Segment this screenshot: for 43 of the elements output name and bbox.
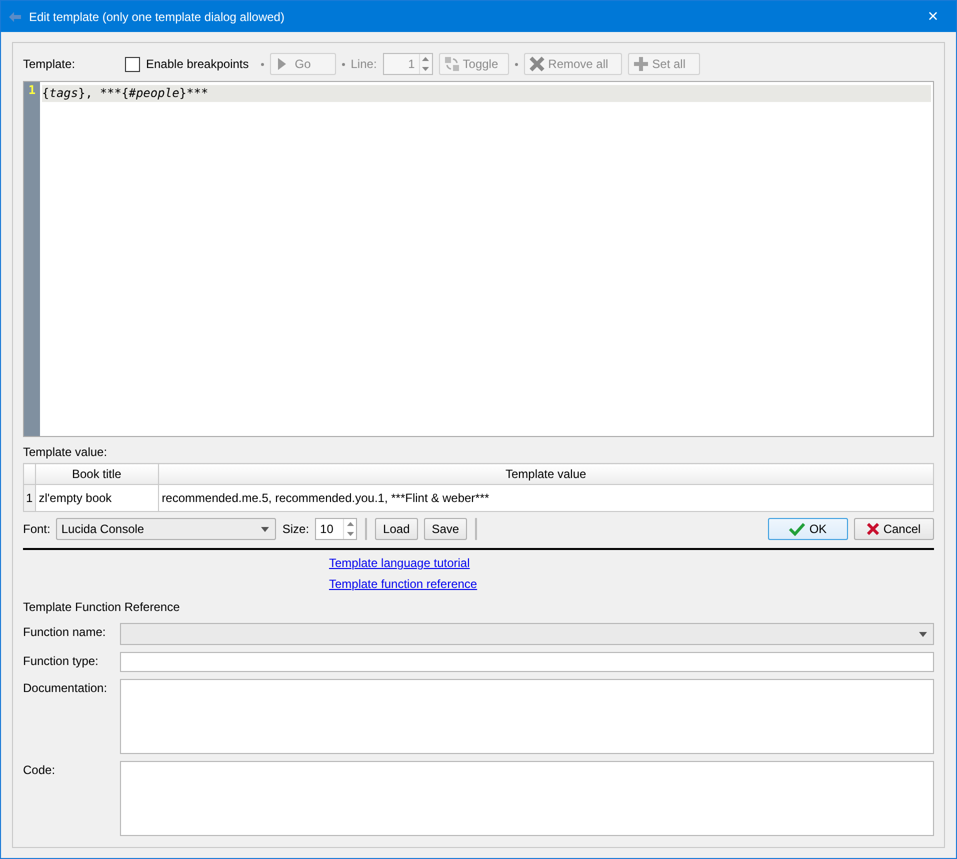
help-link[interactable]: Template function reference [329,577,478,591]
caret-icon [261,526,270,532]
template-value-label: Template value: [23,445,108,459]
field-label: Function type: [23,653,100,670]
font-dropdown[interactable]: Lucida Console [56,518,276,540]
save-button[interactable]: Save [424,518,468,540]
breakpoints-checkbox[interactable]: Enable breakpoints [125,56,249,72]
size-spinbox[interactable]: 10 [315,518,358,540]
text-area[interactable] [120,761,934,836]
caret-icon [919,632,927,636]
cancel-button[interactable]: Cancel [854,518,934,540]
table-cell: recommended.me.5, recommended.you.1, ***Flint & weber*** [158,484,934,512]
spin-arrows-icon[interactable] [343,519,356,539]
field-label: Code: [23,762,56,779]
section-heading: Template Function Reference [23,600,181,614]
window-title: Edit template (only one template dialog allowed) [29,10,286,24]
column-header: Book title [35,464,158,484]
line-number: 1 [27,82,37,99]
close-icon [867,523,880,535]
code-editor[interactable]: 1 {tags}, ***{#people}*** [23,81,934,437]
input-field[interactable] [120,652,934,672]
font-label: Font: [23,522,50,536]
help-link[interactable]: Template language tutorial [329,556,470,570]
check-icon [789,522,806,536]
text-area[interactable] [120,679,934,754]
field-label: Function name: [23,624,107,641]
toggle-icon [444,56,460,72]
template-label: Template: [23,57,76,71]
column-header: Template value [158,464,934,484]
play-icon [276,57,287,71]
line-label: Line: [350,57,377,71]
plus-icon [633,56,650,72]
size-label: Size: [282,522,310,536]
arrow-icon [9,12,21,22]
cross-icon [529,56,546,72]
function-name-dropdown[interactable] [120,623,934,645]
ok-button[interactable]: OK [768,518,848,540]
close-button[interactable]: × [910,1,956,32]
spin-arrows-icon[interactable] [418,54,432,74]
load-button[interactable]: Load [375,518,418,540]
table-cell: zl'empty book [35,484,158,512]
row-number: 1 [24,484,36,512]
field-label: Documentation: [23,680,108,697]
